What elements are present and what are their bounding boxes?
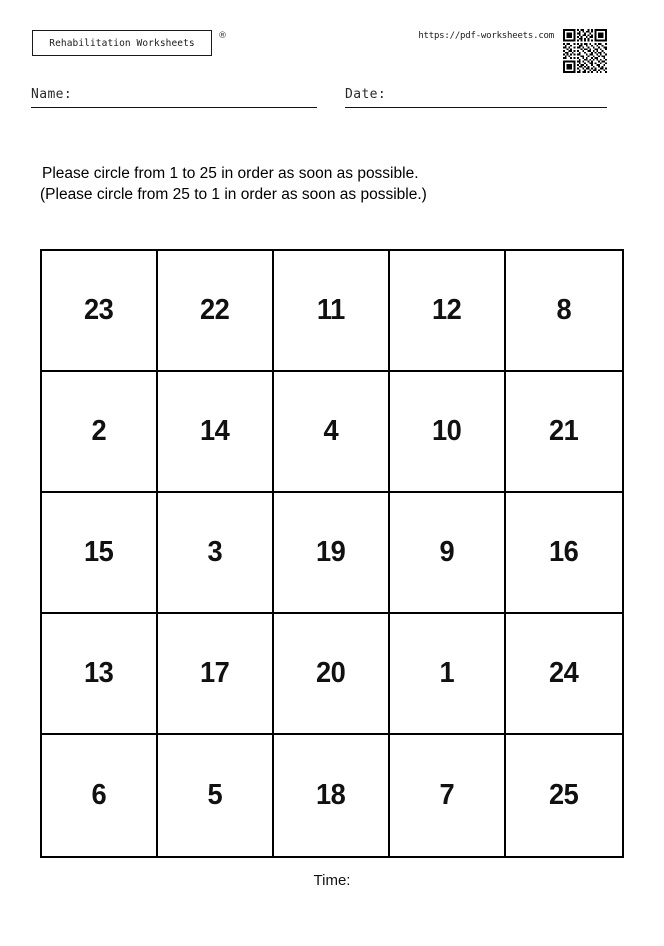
grid-cell-number: 21 <box>549 415 579 447</box>
grid-cell-number: 18 <box>316 779 346 811</box>
date-field[interactable]: Date: <box>345 76 607 108</box>
time-field[interactable]: Time: <box>0 872 664 890</box>
grid-cell[interactable]: 1 <box>390 614 506 735</box>
grid-cell[interactable]: 3 <box>158 493 274 614</box>
grid-cell-number: 23 <box>84 294 114 326</box>
grid-cell-number: 20 <box>316 657 346 689</box>
grid-cell-number: 3 <box>207 536 223 568</box>
grid-cell-number: 11 <box>317 294 345 326</box>
grid-cell[interactable]: 4 <box>274 372 390 493</box>
grid-cell-number: 12 <box>432 294 462 326</box>
grid-cell[interactable]: 2 <box>42 372 158 493</box>
grid-cell-number: 16 <box>549 536 579 568</box>
grid-cell[interactable]: 9 <box>390 493 506 614</box>
grid-cell[interactable]: 15 <box>42 493 158 614</box>
name-field[interactable]: Name: <box>31 76 317 108</box>
grid-cell-number: 8 <box>556 294 572 326</box>
grid-cell[interactable]: 17 <box>158 614 274 735</box>
grid-cell[interactable]: 10 <box>390 372 506 493</box>
number-grid: 23 22 11 12 8 2 14 4 10 21 15 3 19 9 16 … <box>40 249 624 858</box>
grid-cell[interactable]: 21 <box>506 372 622 493</box>
grid-cell[interactable]: 11 <box>274 251 390 372</box>
qr-code-icon <box>563 29 607 73</box>
grid-cell[interactable]: 19 <box>274 493 390 614</box>
grid-cell[interactable]: 6 <box>42 735 158 856</box>
number-grid-cells: 23 22 11 12 8 2 14 4 10 21 15 3 19 9 16 … <box>42 251 622 856</box>
grid-cell-number: 25 <box>549 779 579 811</box>
grid-cell-number: 13 <box>84 657 114 689</box>
grid-cell[interactable]: 22 <box>158 251 274 372</box>
date-field-rule <box>345 107 607 108</box>
registered-trademark-icon: ® <box>218 31 227 41</box>
grid-cell[interactable]: 16 <box>506 493 622 614</box>
grid-cell-number: 17 <box>200 657 230 689</box>
date-field-label: Date: <box>345 87 387 102</box>
grid-cell[interactable]: 12 <box>390 251 506 372</box>
grid-cell[interactable]: 20 <box>274 614 390 735</box>
grid-cell[interactable]: 25 <box>506 735 622 856</box>
grid-cell[interactable]: 18 <box>274 735 390 856</box>
name-field-rule <box>31 107 317 108</box>
instruction-line-primary: Please circle from 1 to 25 in order as s… <box>42 165 419 182</box>
grid-cell-number: 1 <box>439 657 455 689</box>
grid-cell-number: 7 <box>439 779 455 811</box>
grid-cell-number: 19 <box>316 536 346 568</box>
name-field-label: Name: <box>31 87 73 102</box>
grid-cell-number: 24 <box>549 657 579 689</box>
grid-cell[interactable]: 5 <box>158 735 274 856</box>
brand-logo-box: Rehabilitation Worksheets <box>32 30 212 56</box>
instructions: Please circle from 1 to 25 in order as s… <box>40 163 622 205</box>
grid-cell[interactable]: 7 <box>390 735 506 856</box>
grid-cell[interactable]: 23 <box>42 251 158 372</box>
brand-label: Rehabilitation Worksheets <box>49 37 195 49</box>
grid-cell[interactable]: 24 <box>506 614 622 735</box>
instruction-line-secondary: (Please circle from 25 to 1 in order as … <box>40 186 427 203</box>
site-url-label: https://pdf-worksheets.com <box>418 31 554 41</box>
grid-cell-number: 9 <box>439 536 455 568</box>
time-field-label: Time: <box>313 872 351 889</box>
grid-cell-number: 6 <box>91 779 107 811</box>
grid-cell-number: 10 <box>432 415 462 447</box>
grid-cell-number: 2 <box>91 415 107 447</box>
grid-cell-number: 4 <box>323 415 339 447</box>
grid-cell-number: 15 <box>84 536 114 568</box>
grid-cell[interactable]: 13 <box>42 614 158 735</box>
grid-cell[interactable]: 8 <box>506 251 622 372</box>
grid-cell-number: 22 <box>200 294 230 326</box>
grid-cell-number: 14 <box>200 415 230 447</box>
grid-cell-number: 5 <box>207 779 223 811</box>
grid-cell[interactable]: 14 <box>158 372 274 493</box>
